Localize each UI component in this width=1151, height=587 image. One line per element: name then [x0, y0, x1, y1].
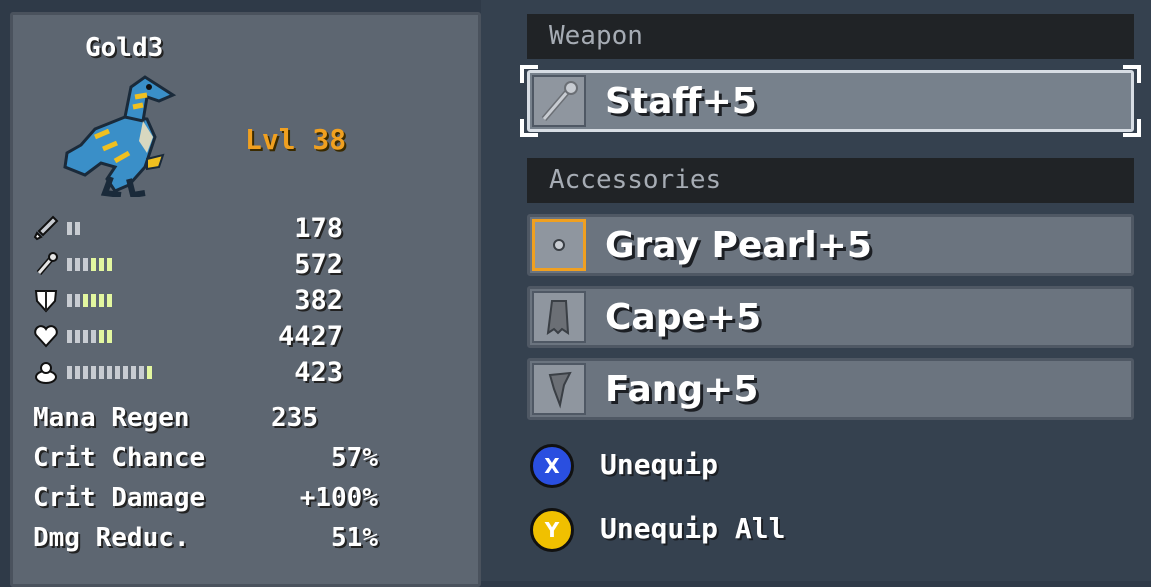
stat-bar-pip — [123, 366, 128, 379]
stat-bar-pip — [107, 258, 112, 271]
accessory-slot-cape[interactable]: Cape+5 — [527, 286, 1134, 348]
stat-bar — [67, 294, 112, 307]
accessory-slot-fang[interactable]: Fang+5 — [527, 358, 1134, 420]
stat-row-attack: 178 — [33, 213, 343, 244]
stat-bar-pip — [147, 366, 152, 379]
staff-icon — [532, 75, 586, 127]
stat-bar-pip — [99, 366, 104, 379]
pearl-icon — [532, 219, 586, 271]
stat-bar-pip — [75, 222, 80, 235]
stat-value-attack: 178 — [294, 213, 343, 244]
accessory-slot-label: Fang+5 — [605, 369, 759, 410]
stat-bar-pip — [75, 258, 80, 271]
derived-stat-label: Crit Damage — [33, 483, 206, 513]
raptor-character-sprite — [63, 75, 177, 197]
weapon-slot-label: Staff+5 — [605, 81, 757, 122]
stat-bar-pip — [99, 258, 104, 271]
stat-bar-pip — [131, 366, 136, 379]
stat-bar-pip — [67, 258, 72, 271]
stat-bar-pip — [107, 330, 112, 343]
derived-stat-value: 57% — [331, 443, 378, 473]
stat-bar-pip — [107, 366, 112, 379]
stat-bar-pip — [139, 366, 144, 379]
stat-bar-pip — [75, 330, 80, 343]
stat-row-magic: 572 — [33, 249, 343, 280]
stat-bar-pip — [67, 294, 72, 307]
stat-bar-pip — [83, 258, 88, 271]
stat-bar-pip — [91, 258, 96, 271]
stat-bar — [67, 222, 80, 235]
mana-drop-icon — [35, 362, 57, 384]
derived-stat-label: Dmg Reduc. — [33, 523, 190, 553]
shield-icon — [34, 290, 58, 313]
stat-row-health: 4427 — [33, 321, 343, 352]
selection-corner — [1123, 65, 1141, 83]
derived-stat-row: Crit Damage +100% — [33, 483, 378, 517]
stat-bar — [67, 366, 152, 379]
fang-icon — [532, 363, 586, 415]
accessory-slot-gray-pearl[interactable]: Gray Pearl+5 — [527, 214, 1134, 276]
stat-value-mana: 423 — [294, 357, 343, 388]
stat-value-health: 4427 — [277, 321, 343, 352]
stat-bar-pip — [83, 366, 88, 379]
y-button-icon[interactable]: Y — [530, 508, 574, 552]
x-button-icon[interactable]: X — [530, 444, 574, 488]
stat-bar-pip — [99, 294, 104, 307]
selection-corner — [520, 119, 538, 137]
weapon-section-header: Weapon — [527, 14, 1134, 59]
derived-stat-label: Mana Regen — [33, 403, 190, 433]
derived-stat-value: +100% — [299, 483, 378, 513]
stat-bar-pip — [91, 330, 96, 343]
stat-bar — [67, 258, 112, 271]
sword-icon — [33, 215, 59, 241]
unequip-all-label: Unequip All — [600, 512, 786, 545]
stat-row-mana: 423 — [33, 357, 343, 388]
accessory-slot-label: Gray Pearl+5 — [605, 225, 872, 266]
derived-stat-value: 51% — [331, 523, 378, 553]
character-level: Lvl 38 — [245, 123, 347, 156]
accessories-section-header: Accessories — [527, 158, 1134, 203]
stat-bar-pip — [91, 294, 96, 307]
selection-corner — [520, 65, 538, 83]
stat-bar-pip — [83, 294, 88, 307]
stat-bar-pip — [67, 366, 72, 379]
weapon-slot[interactable]: Staff+5 — [520, 65, 1141, 137]
stat-bar-pip — [75, 366, 80, 379]
derived-stat-value: 235 — [271, 403, 318, 433]
stat-bar-pip — [99, 330, 104, 343]
derived-stat-row: Dmg Reduc. 51% — [33, 523, 378, 557]
stat-row-defense: 382 — [33, 285, 343, 316]
stat-bar-pip — [107, 294, 112, 307]
character-name: Gold3 — [85, 33, 164, 63]
stat-bar-pip — [91, 366, 96, 379]
unequip-label: Unequip — [600, 448, 719, 481]
heart-icon — [34, 325, 58, 348]
stat-bar-pip — [75, 294, 80, 307]
derived-stat-row: Crit Chance 57% — [33, 443, 378, 477]
stat-bar-pip — [67, 330, 72, 343]
stat-bar-pip — [67, 222, 72, 235]
staff-icon — [36, 252, 58, 275]
cape-icon — [532, 291, 586, 343]
stat-bar-pip — [115, 366, 120, 379]
stat-bar-pip — [83, 330, 88, 343]
accessory-slot-label: Cape+5 — [605, 297, 762, 338]
character-stats-panel: Gold3 Lvl 38 178 572 382 4427 423 Mana R… — [10, 12, 481, 587]
stat-bar — [67, 330, 112, 343]
stat-value-defense: 382 — [294, 285, 343, 316]
selection-corner — [1123, 119, 1141, 137]
stat-value-magic: 572 — [294, 249, 343, 280]
derived-stat-label: Crit Chance — [33, 443, 206, 473]
derived-stat-row: Mana Regen 235 — [33, 403, 378, 437]
